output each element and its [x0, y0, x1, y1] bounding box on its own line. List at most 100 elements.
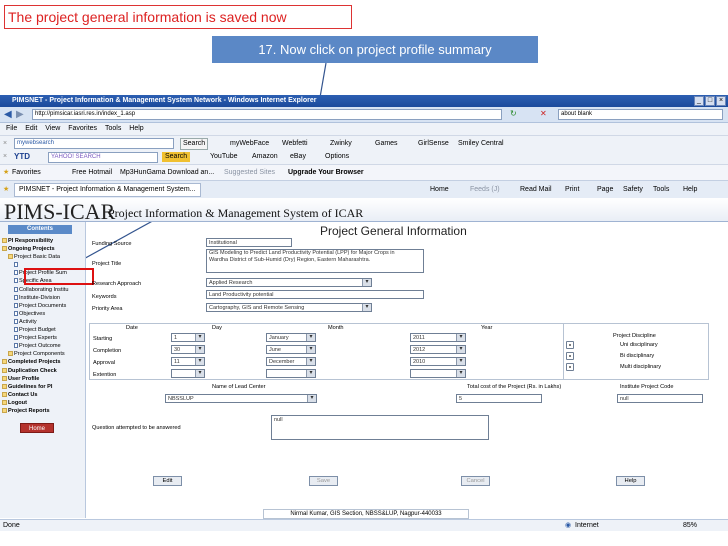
cmd-page[interactable]: Page: [597, 181, 613, 199]
tb-games[interactable]: Games: [375, 136, 398, 151]
approval-day-select[interactable]: 11: [171, 357, 205, 366]
tree-project-components[interactable]: Project Components: [0, 350, 86, 358]
menu-edit[interactable]: Edit: [25, 125, 37, 132]
save-button[interactable]: Save: [309, 476, 338, 486]
tree-project-basic-data[interactable]: Project Basic Data: [0, 253, 86, 261]
pointer-arrow: [59, 62, 327, 273]
uni-disciplinary-radio[interactable]: [566, 341, 574, 349]
cmd-safety[interactable]: Safety: [623, 181, 643, 199]
cmd-help[interactable]: Help: [683, 181, 697, 199]
tb-girlsense[interactable]: GirlSense: [418, 136, 449, 151]
tree-collaborating-institutes[interactable]: Collaborating Institu: [0, 286, 86, 294]
home-button[interactable]: Home: [20, 423, 54, 433]
tab-favorites-icon[interactable]: ★: [3, 181, 9, 199]
tree-objectives[interactable]: Objectives: [0, 310, 86, 318]
menu-favorites[interactable]: Favorites: [68, 125, 97, 132]
tree-institute-division[interactable]: Institute-Division: [0, 294, 86, 302]
mywebsearch-input[interactable]: mywebsearch: [14, 138, 174, 149]
live-search-input[interactable]: about blank: [558, 109, 723, 120]
tb-webfetti[interactable]: Webfetti: [282, 136, 308, 151]
fav-upgrade-browser[interactable]: Upgrade Your Browser: [288, 165, 364, 181]
address-input[interactable]: http://pimsicar.iasri.res.in/index_1.asp: [32, 109, 502, 120]
cmd-tools[interactable]: Tools: [653, 181, 669, 199]
institute-code-field[interactable]: null: [617, 394, 703, 403]
favorites-button[interactable]: Favorites: [12, 165, 41, 181]
tree-contact-us[interactable]: Contact Us: [0, 391, 86, 399]
screenshot-root: The project general information is saved…: [0, 0, 728, 546]
cancel-button[interactable]: Cancel: [461, 476, 490, 486]
tb-zwinky[interactable]: Zwinky: [330, 136, 352, 151]
funding-source-field[interactable]: Institutional: [206, 238, 292, 247]
browser-tab[interactable]: PIMSNET - Project Information & Manageme…: [14, 183, 201, 197]
project-title-field[interactable]: GIS Modeling to Predict Land Productivit…: [206, 249, 424, 273]
menu-view[interactable]: View: [45, 125, 60, 132]
keywords-field[interactable]: Land Productivity potential: [206, 290, 424, 299]
tree-project-reports[interactable]: Project Reports: [0, 407, 86, 415]
extention-year-select[interactable]: [410, 369, 466, 378]
cmd-print[interactable]: Print: [565, 181, 579, 199]
tree-completed-projects[interactable]: Completed Projects: [0, 358, 86, 366]
help-button[interactable]: Help: [616, 476, 645, 486]
tree-project-experts[interactable]: Project Experts: [0, 334, 86, 342]
close-toolbar2-icon[interactable]: ×: [3, 150, 7, 164]
tree-activity[interactable]: Activity: [0, 318, 86, 326]
extention-month-select[interactable]: [266, 369, 316, 378]
project-title-label: Project Title: [92, 261, 122, 267]
tree-guidelines[interactable]: Guidelines for PI: [0, 383, 86, 391]
close-button[interactable]: ×: [716, 96, 726, 106]
completion-day-select[interactable]: 30: [171, 345, 205, 354]
total-cost-field[interactable]: 5: [456, 394, 542, 403]
lead-center-select[interactable]: NBSSLUP: [165, 394, 317, 403]
refresh-icon[interactable]: ↻: [510, 109, 517, 118]
tb-smiley-central[interactable]: Smiley Central: [458, 136, 504, 151]
menu-file[interactable]: File: [6, 125, 17, 132]
edit-button[interactable]: Edit: [153, 476, 182, 486]
tree-duplication-check[interactable]: Duplication Check: [0, 367, 86, 375]
cmd-feeds[interactable]: Feeds (J): [470, 181, 500, 199]
maximize-button[interactable]: □: [705, 96, 715, 106]
row-extention-label: Extention: [93, 372, 117, 378]
fav-suggested-sites[interactable]: Suggested Sites: [224, 165, 275, 181]
fav-free-hotmail[interactable]: Free Hotmail: [72, 165, 112, 181]
tree-user-profile[interactable]: User Profile: [0, 375, 86, 383]
yahoo-search-input[interactable]: YAHOO! SEARCH: [48, 152, 158, 163]
completion-month-select[interactable]: June: [266, 345, 316, 354]
cmd-read-mail[interactable]: Read Mail: [520, 181, 552, 199]
approval-month-select[interactable]: December: [266, 357, 316, 366]
starting-month-select[interactable]: January: [266, 333, 316, 342]
tree-logout[interactable]: Logout: [0, 399, 86, 407]
multi-disciplinary-radio[interactable]: [566, 363, 574, 371]
tree-pi-responsibility[interactable]: PI Responsibility: [0, 237, 86, 245]
starting-year-select[interactable]: 2011: [410, 333, 466, 342]
research-approach-select[interactable]: Applied Research: [206, 278, 372, 287]
question-textarea[interactable]: null: [271, 415, 489, 440]
completion-year-select[interactable]: 2012: [410, 345, 466, 354]
ytd-search-button[interactable]: Search: [162, 152, 191, 162]
stop-icon[interactable]: ✕: [540, 109, 547, 118]
cmd-home[interactable]: Home: [430, 181, 449, 199]
close-toolbar-icon[interactable]: ×: [3, 136, 7, 151]
minimize-button[interactable]: _: [694, 96, 704, 106]
tree-project-budget[interactable]: Project Budget: [0, 326, 86, 334]
starting-day-select[interactable]: 1: [171, 333, 205, 342]
tree-project-outcome[interactable]: Project Outcome: [0, 342, 86, 350]
tb-mywebface[interactable]: myWebFace: [230, 136, 269, 151]
bi-disciplinary-radio[interactable]: [566, 352, 574, 360]
extention-day-select[interactable]: [171, 369, 205, 378]
menu-tools[interactable]: Tools: [105, 125, 121, 132]
priority-area-select[interactable]: Cartography, GIS and Remote Sensing: [206, 303, 372, 312]
back-icon[interactable]: ◀: [4, 109, 12, 120]
approval-year-select[interactable]: 2010: [410, 357, 466, 366]
tb-ebay[interactable]: eBay: [290, 150, 306, 164]
mywebsearch-button[interactable]: Search: [180, 138, 209, 150]
tb-youtube[interactable]: YouTube: [210, 150, 238, 164]
favorites-star-icon[interactable]: ★: [3, 165, 9, 181]
tree-ongoing-projects[interactable]: Ongoing Projects: [0, 245, 86, 253]
fav-mp3hungama[interactable]: Mp3HunGama Download an...: [120, 165, 214, 181]
forward-icon[interactable]: ▶: [16, 109, 24, 120]
tree-project-documents[interactable]: Project Documents: [0, 302, 86, 310]
tb-amazon[interactable]: Amazon: [252, 150, 278, 164]
menu-help[interactable]: Help: [129, 125, 143, 132]
zoom-level[interactable]: 85%: [683, 520, 697, 531]
tb-options[interactable]: Options: [325, 150, 349, 164]
